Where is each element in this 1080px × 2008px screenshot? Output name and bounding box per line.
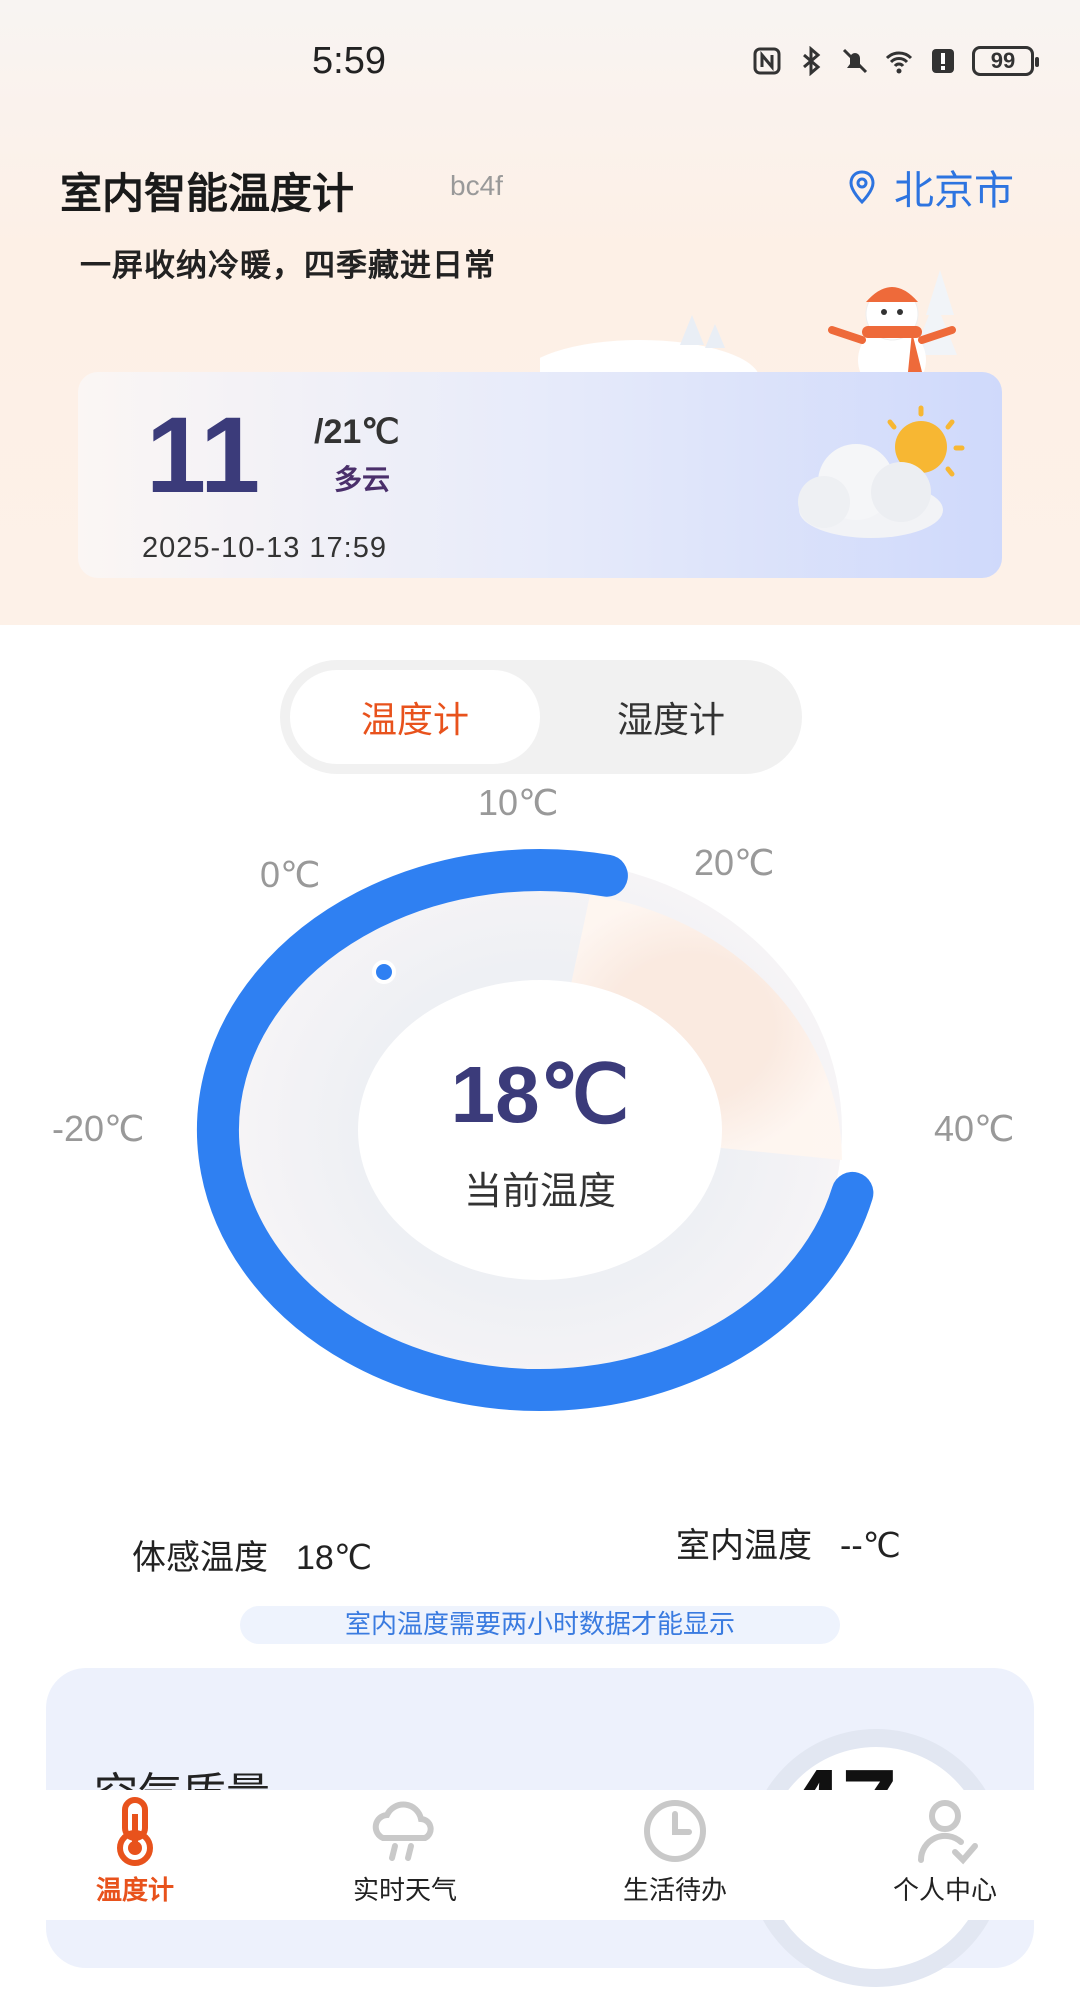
battery-level: 99 — [990, 48, 1016, 73]
feel-temp-label: 体感温度 — [132, 1538, 268, 1578]
scale-label-20: 20℃ — [694, 842, 775, 883]
snowman-illustration — [540, 270, 957, 375]
mute-bell-icon — [842, 48, 868, 74]
device-code: bc4f — [450, 170, 503, 201]
app-title: 室内智能温度计 — [60, 169, 355, 218]
meter-toggle: 温度计 湿度计 — [280, 660, 802, 774]
nav-label: 温度计 — [95, 1876, 174, 1906]
cloud-rain-icon — [372, 1801, 434, 1861]
current-temp-label: 当前温度 — [463, 1169, 616, 1213]
nav-thermometer[interactable]: 温度计 — [0, 1790, 270, 1920]
indoor-temp: 室内温度 --℃ — [676, 1518, 901, 1567]
thermometer-icon — [117, 1797, 153, 1866]
current-outdoor-temp: 11 — [146, 394, 261, 515]
battery-indicator: 99 — [972, 46, 1039, 76]
status-icons: 99 — [752, 46, 1039, 76]
high-temp: /21℃ — [314, 413, 400, 451]
weather-datetime: 2025-10-13 17:59 — [142, 532, 387, 564]
bluetooth-icon — [803, 46, 821, 76]
status-bar: 5:59 99 — [0, 0, 1080, 130]
scale-label-0: 0℃ — [260, 854, 321, 895]
location-button[interactable]: 北京市 — [848, 158, 1014, 216]
partly-cloudy-icon — [798, 405, 965, 538]
nav-label: 实时天气 — [352, 1876, 457, 1906]
user-icon — [917, 1800, 978, 1865]
gauge-indicator[interactable] — [372, 960, 396, 984]
feel-temp-value: 18℃ — [296, 1539, 373, 1577]
tab-hygrometer[interactable]: 湿度计 — [550, 670, 792, 764]
bottom-nav: 温度计 实时天气 生活待办 个人中心 — [0, 1790, 1080, 1920]
location-pin-icon — [849, 170, 875, 204]
location-label: 北京市 — [894, 168, 1014, 214]
slogan: 一屏收纳冷暖，四季藏进日常 — [80, 248, 496, 284]
indoor-temp-label: 室内温度 — [676, 1526, 812, 1566]
weather-card[interactable]: 11 /21℃ 多云 2025-10-13 17:59 — [78, 372, 1002, 578]
nav-weather[interactable]: 实时天气 — [270, 1790, 540, 1920]
nav-label: 生活待办 — [622, 1876, 727, 1906]
nav-label: 个人中心 — [892, 1876, 997, 1906]
status-time: 5:59 — [312, 40, 386, 82]
weather-condition: 多云 — [334, 463, 391, 496]
nav-todo[interactable]: 生活待办 — [540, 1790, 810, 1920]
feel-temp: 体感温度 18℃ — [132, 1530, 372, 1579]
nfc-icon — [753, 47, 781, 75]
wifi-icon — [885, 51, 913, 74]
current-temp: 18℃ — [450, 1050, 630, 1139]
scale-label-10: 10℃ — [478, 782, 559, 823]
nav-profile[interactable]: 个人中心 — [810, 1790, 1080, 1920]
indoor-notice: 室内温度需要两小时数据才能显示 — [240, 1606, 840, 1644]
alert-icon — [932, 49, 954, 73]
clock-icon — [644, 1800, 706, 1862]
indoor-temp-value: --℃ — [840, 1527, 901, 1565]
tab-thermometer[interactable]: 温度计 — [290, 670, 540, 764]
